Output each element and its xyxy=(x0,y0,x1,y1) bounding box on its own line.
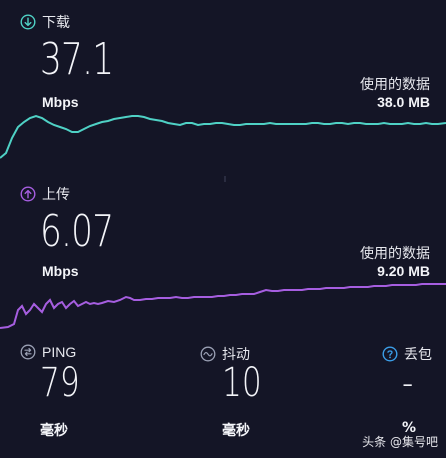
ping-header: PING xyxy=(20,344,76,360)
jitter-unit: 毫秒 xyxy=(222,423,250,439)
upload-graph-line xyxy=(0,283,446,329)
upload-graph xyxy=(0,283,446,329)
help-icon[interactable] xyxy=(382,346,398,362)
upload-header: 上传 xyxy=(20,184,70,204)
upload-speed-value: 6.07 xyxy=(40,206,114,257)
ping-icon xyxy=(20,344,36,360)
download-graph xyxy=(0,114,446,159)
ping-unit: 毫秒 xyxy=(40,423,68,439)
jitter-icon xyxy=(200,346,216,362)
ping-value: 79 xyxy=(40,360,80,406)
download-graph-line xyxy=(0,114,446,159)
jitter-stat: 抖动 10 毫秒 xyxy=(180,336,330,458)
packet-loss-value: - xyxy=(402,360,414,406)
upload-arrow-icon xyxy=(20,186,36,202)
watermark: 头条 @集号吧 xyxy=(362,435,438,449)
upload-used-label: 使用的数据 xyxy=(360,246,430,262)
upload-label: 上传 xyxy=(42,187,70,203)
download-section: 下载 37.1 Mbps 使用的数据 38.0 MB xyxy=(0,0,446,176)
ping-stat: PING 79 毫秒 xyxy=(0,336,150,458)
jitter-value: 10 xyxy=(222,360,262,406)
divider-tick xyxy=(224,176,226,182)
ping-label: PING xyxy=(42,344,77,360)
